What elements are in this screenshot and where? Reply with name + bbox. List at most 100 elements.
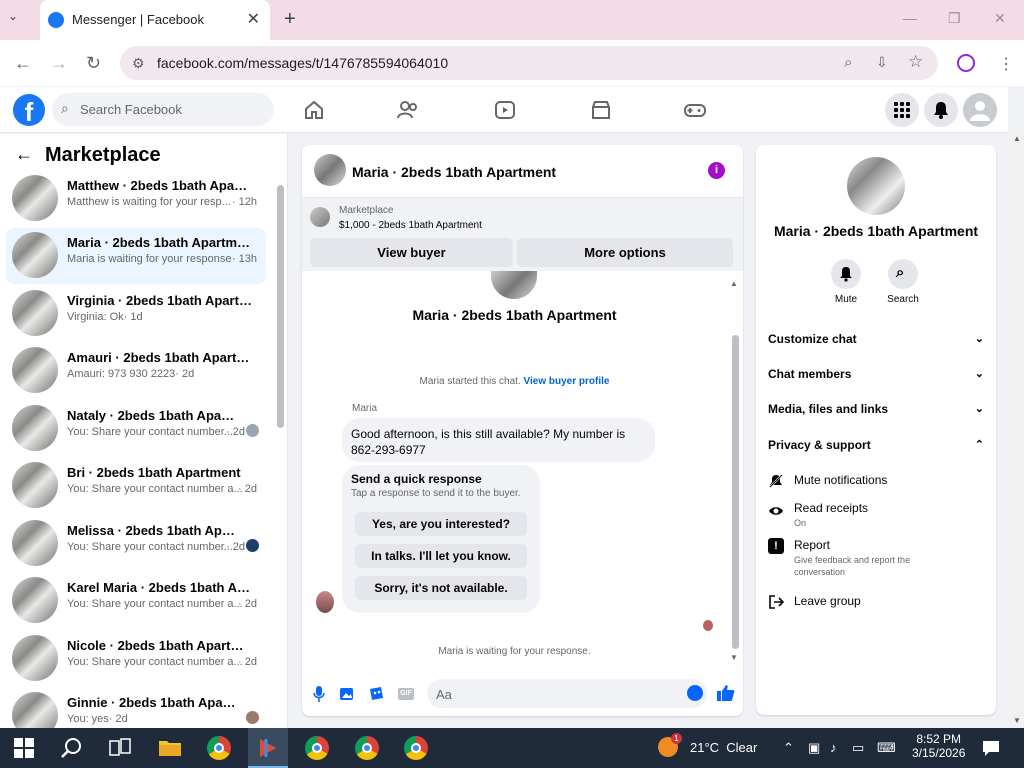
- back-button[interactable]: ←: [14, 53, 32, 74]
- conversation-name: Nataly · 2beds 1bath Apartm...: [67, 408, 239, 423]
- restore-button[interactable]: ❐: [948, 10, 961, 27]
- page-scrollbar[interactable]: ▲ ▼: [1010, 134, 1024, 728]
- conversation-preview: Amauri: 973 930 2223· 2d: [67, 368, 195, 380]
- clock[interactable]: 8:52 PM 3/15/2026: [912, 732, 965, 760]
- report-option[interactable]: ! Report Give feedback and report the co…: [768, 538, 984, 578]
- conversation-item[interactable]: Melissa · 2beds 1bath Apartm... You: Sha…: [6, 516, 266, 572]
- mute-notifications-option[interactable]: Mute notifications: [768, 473, 984, 491]
- listing-price-title[interactable]: $1,000 - 2beds 1bath Apartment: [339, 220, 482, 231]
- conversation-item[interactable]: Bri · 2beds 1bath Apartment You: Share y…: [6, 458, 266, 514]
- reload-button[interactable]: ↻: [86, 53, 101, 74]
- zoom-icon[interactable]: ⌕: [844, 54, 852, 71]
- tray-chevron-up-icon[interactable]: ⌃: [783, 740, 794, 756]
- conversation-item[interactable]: Matthew · 2beds 1bath Apartm... Matthew …: [6, 171, 266, 227]
- minimize-button[interactable]: —: [903, 10, 917, 26]
- account-avatar[interactable]: [963, 93, 997, 127]
- conversation-item[interactable]: Karel Maria · 2beds 1bath Apart... You: …: [6, 573, 266, 629]
- active-app-button[interactable]: [248, 728, 288, 768]
- notifications-button[interactable]: [924, 93, 958, 127]
- tab-search-button[interactable]: ⌄: [8, 9, 18, 23]
- marketplace-icon[interactable]: [590, 99, 612, 121]
- message-input[interactable]: Aa: [427, 679, 707, 708]
- url-text: facebook.com/messages/t/1476785594064010: [157, 55, 449, 71]
- menu-grid-button[interactable]: [885, 93, 919, 127]
- meet-now-icon[interactable]: ▣: [808, 740, 820, 756]
- microphone-icon[interactable]: [313, 686, 325, 702]
- read-receipts-label: Read receipts: [794, 501, 869, 515]
- view-buyer-profile-link[interactable]: View buyer profile: [523, 376, 609, 387]
- install-app-icon[interactable]: ⇩: [876, 54, 888, 71]
- chrome-profile-icon[interactable]: [355, 736, 379, 760]
- video-icon[interactable]: [494, 99, 516, 121]
- chrome-profile-icon[interactable]: [305, 736, 329, 760]
- task-view-icon[interactable]: [108, 736, 132, 760]
- emoji-icon[interactable]: [687, 685, 703, 701]
- chrome-menu-icon[interactable]: ⋮: [998, 54, 1014, 74]
- chat-title[interactable]: Maria · 2beds 1bath Apartment: [352, 164, 556, 180]
- quick-response-unavailable-button[interactable]: Sorry, it's not available.: [355, 576, 527, 600]
- media-files-links-section[interactable]: Media, files and links ⌄: [768, 402, 984, 422]
- address-bar[interactable]: ⚙ facebook.com/messages/t/14767855940640…: [120, 46, 938, 80]
- file-explorer-icon[interactable]: [158, 736, 182, 760]
- conversation-preview: You: Share your contact number a... · 2d: [67, 483, 257, 495]
- privacy-support-section[interactable]: Privacy & support ⌃: [768, 438, 984, 458]
- close-tab-icon[interactable]: ✕: [247, 9, 260, 29]
- back-arrow-icon[interactable]: ←: [15, 144, 33, 165]
- conversation-item[interactable]: Nataly · 2beds 1bath Apartm... You: Shar…: [6, 401, 266, 457]
- conversation-list-scrollbar[interactable]: [277, 185, 284, 428]
- conversation-item[interactable]: Nicole · 2beds 1bath Apartment You: Shar…: [6, 631, 266, 687]
- bookmark-star-icon[interactable]: ☆: [908, 52, 923, 72]
- notification-center-icon[interactable]: [982, 739, 1000, 757]
- message-input-placeholder: Aa: [436, 687, 452, 702]
- close-window-button[interactable]: ✕: [994, 10, 1006, 27]
- message-bubble[interactable]: Good afternoon, is this still available?…: [342, 418, 655, 462]
- read-receipts-option[interactable]: Read receipts On: [768, 501, 984, 531]
- chat-avatar[interactable]: [314, 154, 346, 186]
- sender-name: Maria: [352, 403, 378, 414]
- more-options-button[interactable]: More options: [517, 238, 733, 267]
- listing-avatar: [12, 347, 58, 393]
- scroll-down-arrow-icon[interactable]: ▼: [1013, 716, 1021, 725]
- friends-icon[interactable]: [397, 99, 419, 121]
- chat-scrollbar[interactable]: [732, 335, 739, 649]
- gif-icon[interactable]: GIF: [398, 688, 414, 700]
- leave-icon: [769, 595, 784, 609]
- conversation-item[interactable]: Virginia · 2beds 1bath Apartment Virgini…: [6, 286, 266, 342]
- volume-icon[interactable]: ♪: [830, 740, 837, 755]
- conversation-item[interactable]: Amauri · 2beds 1bath Apartment Amauri: 9…: [6, 343, 266, 399]
- chat-members-section[interactable]: Chat members ⌄: [768, 367, 984, 387]
- site-info-icon[interactable]: ⚙: [132, 55, 145, 72]
- search-icon[interactable]: [60, 736, 84, 760]
- photo-icon[interactable]: [340, 686, 355, 701]
- scroll-down-arrow-icon[interactable]: ▼: [730, 653, 738, 662]
- windows-start-icon[interactable]: [14, 738, 34, 758]
- forward-button[interactable]: →: [50, 53, 68, 74]
- seen-avatar: [246, 711, 259, 724]
- keyboard-icon[interactable]: ⌨: [877, 740, 896, 756]
- chrome-icon[interactable]: [207, 736, 231, 760]
- conversation-item[interactable]: Ginnie · 2beds 1bath Apartme... You: yes…: [6, 688, 266, 728]
- quick-response-yes-button[interactable]: Yes, are you interested?: [355, 512, 527, 536]
- quick-response-talks-button[interactable]: In talks. I'll let you know.: [355, 544, 527, 568]
- leave-group-option[interactable]: Leave group: [768, 594, 984, 612]
- chrome-profile-icon[interactable]: [404, 736, 428, 760]
- facebook-logo-icon[interactable]: f: [13, 94, 45, 127]
- home-icon[interactable]: [303, 99, 325, 121]
- network-icon[interactable]: ▭: [852, 740, 864, 756]
- view-buyer-button[interactable]: View buyer: [310, 238, 513, 267]
- scroll-up-arrow-icon[interactable]: ▲: [1013, 134, 1021, 143]
- weather-text[interactable]: 21°C Clear: [690, 740, 757, 755]
- scroll-up-arrow-icon[interactable]: ▲: [730, 279, 738, 288]
- search-action[interactable]: ⌕ Search: [873, 259, 933, 305]
- browser-tab[interactable]: Messenger | Facebook ✕: [40, 0, 270, 40]
- facebook-search-input[interactable]: ⌕ Search Facebook: [52, 93, 274, 126]
- mute-action[interactable]: Mute: [816, 259, 876, 305]
- customize-chat-section[interactable]: Customize chat ⌄: [768, 332, 984, 352]
- conversation-item-selected[interactable]: Maria · 2beds 1bath Apartment Maria is w…: [6, 228, 266, 284]
- new-tab-button[interactable]: +: [284, 8, 296, 31]
- profile-icon[interactable]: [957, 54, 975, 72]
- gaming-icon[interactable]: [684, 99, 706, 121]
- sticker-icon[interactable]: [369, 686, 384, 701]
- info-icon[interactable]: i: [708, 162, 725, 179]
- thumbs-up-icon[interactable]: [717, 684, 735, 702]
